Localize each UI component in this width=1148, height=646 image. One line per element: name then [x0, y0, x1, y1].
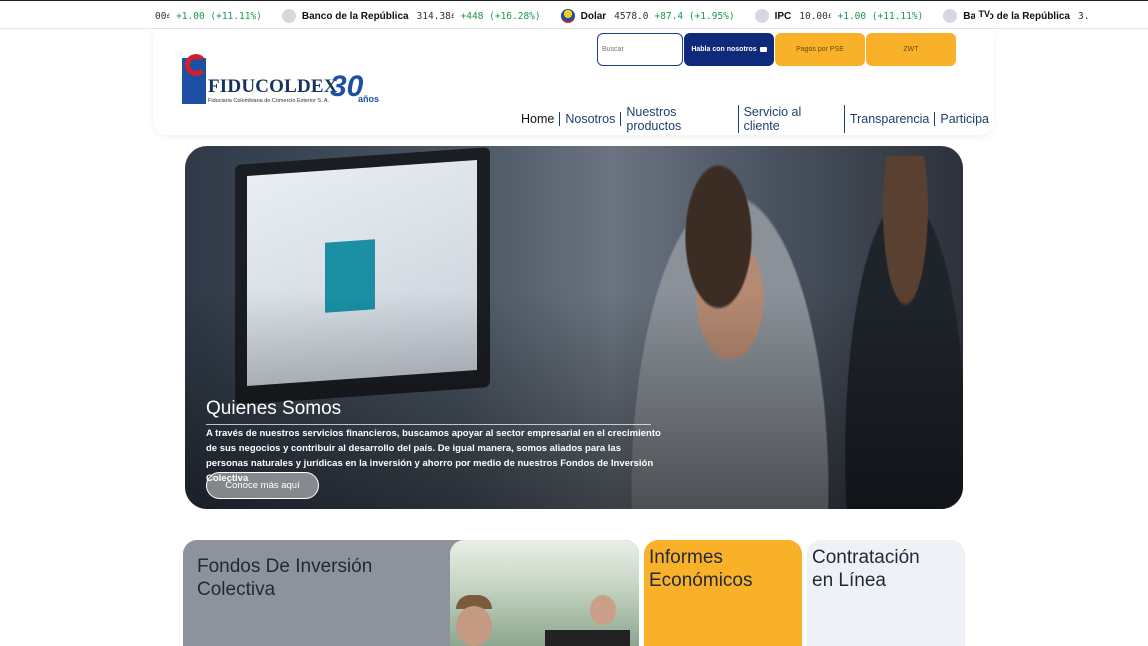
- image-person-face: [590, 595, 616, 625]
- flag-icon: [560, 9, 575, 23]
- ticker-change: +1.00 (+11.11%): [837, 10, 924, 22]
- logo-e-symbol: [185, 54, 207, 76]
- zwt-button[interactable]: ZWT: [866, 33, 956, 66]
- image-monitor: [545, 630, 630, 646]
- ticker-change: +448 (+16.28%): [460, 10, 541, 22]
- ticker-value: 10.00: [799, 10, 828, 22]
- hero-banner: Quienes Somos A través de nuestros servi…: [185, 146, 963, 509]
- hero-divider: [206, 424, 651, 425]
- ticker-value: 4578.0: [614, 10, 649, 22]
- ticker-value: 314.38: [416, 10, 451, 22]
- ticker-item[interactable]: 00 £ +1.00 (+11.11%): [155, 11, 262, 22]
- habla-label: Habla con nosotros: [691, 46, 757, 53]
- card-contratacion-linea[interactable]: Contratación en Línea: [807, 540, 965, 646]
- ticker-unit: £: [166, 12, 171, 20]
- ticker-name: Banco de la República: [301, 10, 409, 22]
- ticker-unit: £: [450, 12, 455, 20]
- nav-item-participa[interactable]: Participa: [935, 112, 994, 126]
- card-informes-economicos[interactable]: Informes Económicos: [644, 540, 802, 646]
- search-input[interactable]: [597, 33, 683, 66]
- nav-item-nuestros-productos[interactable]: Nuestros productos: [621, 105, 739, 133]
- ticker-value: 00: [155, 10, 167, 22]
- hero-title: Quienes Somos: [206, 398, 342, 419]
- tradingview-logo[interactable]: TV: [975, 9, 990, 19]
- card-contratacion-title: Contratación en Línea: [812, 547, 920, 591]
- fiducoldex-logo[interactable]: FIDUCOLDEX Fiduciaria Colombiana de Come…: [182, 54, 382, 108]
- card-fondos-image: [450, 540, 639, 646]
- site-header: FIDUCOLDEX Fiduciaria Colombiana de Come…: [153, 29, 994, 135]
- ticker-item[interactable]: IPC 10.00 £ +1.00 (+11.11%): [754, 9, 924, 23]
- main-nav: Home Nosotros Nuestros productos Servici…: [521, 105, 994, 133]
- ticker-name: IPC: [774, 10, 792, 22]
- nav-item-servicio-al-cliente[interactable]: Servicio al cliente: [739, 105, 845, 133]
- ticker-value: 3.: [1077, 10, 1090, 22]
- ticker-name: Dolar: [580, 10, 607, 22]
- conoce-mas-button[interactable]: Conoce más aquí: [206, 472, 319, 499]
- habla-con-nosotros-button[interactable]: Habla con nosotros: [684, 33, 774, 66]
- ticker-track: 00 £ +1.00 (+11.11%) Banco de la Repúbli…: [155, 9, 1115, 23]
- ticker-change: +87.4 (+1.95%): [654, 10, 735, 22]
- circle-icon: [281, 9, 296, 23]
- nav-item-nosotros[interactable]: Nosotros: [560, 112, 622, 126]
- circle-icon: [754, 9, 769, 23]
- card-fondos-inversion[interactable]: Fondos De Inversión Colectiva: [183, 540, 639, 646]
- nav-item-home[interactable]: Home: [521, 112, 561, 126]
- circle-icon: [943, 9, 958, 23]
- market-ticker: 00 £ +1.00 (+11.11%) Banco de la Repúbli…: [0, 0, 1148, 29]
- nav-item-transparencia[interactable]: Transparencia: [845, 112, 936, 126]
- ticker-item[interactable]: Banco de la República 3.: [943, 9, 1095, 23]
- card-fondos-title: Fondos De Inversión Colectiva: [197, 556, 373, 600]
- logo-subtitle: Fiduciaria Colombiana de Comercio Exteri…: [208, 98, 330, 104]
- ticker-change: +1.00 (+11.11%): [176, 10, 262, 22]
- logo-anniversary-word: años: [358, 94, 380, 104]
- ticker-item[interactable]: Banco de la República 314.38 £ +448 (+16…: [281, 9, 541, 23]
- card-informes-title: Informes Económicos: [649, 547, 753, 591]
- logo-name: FIDUCOLDEX: [208, 76, 338, 97]
- pagos-pse-button[interactable]: Pagos por PSE: [775, 33, 865, 66]
- ticker-item[interactable]: Dolar 4578.0 +87.4 (+1.95%): [560, 9, 735, 23]
- mail-icon: [759, 47, 767, 52]
- ticker-unit: £: [827, 12, 832, 20]
- image-person-face: [456, 606, 492, 646]
